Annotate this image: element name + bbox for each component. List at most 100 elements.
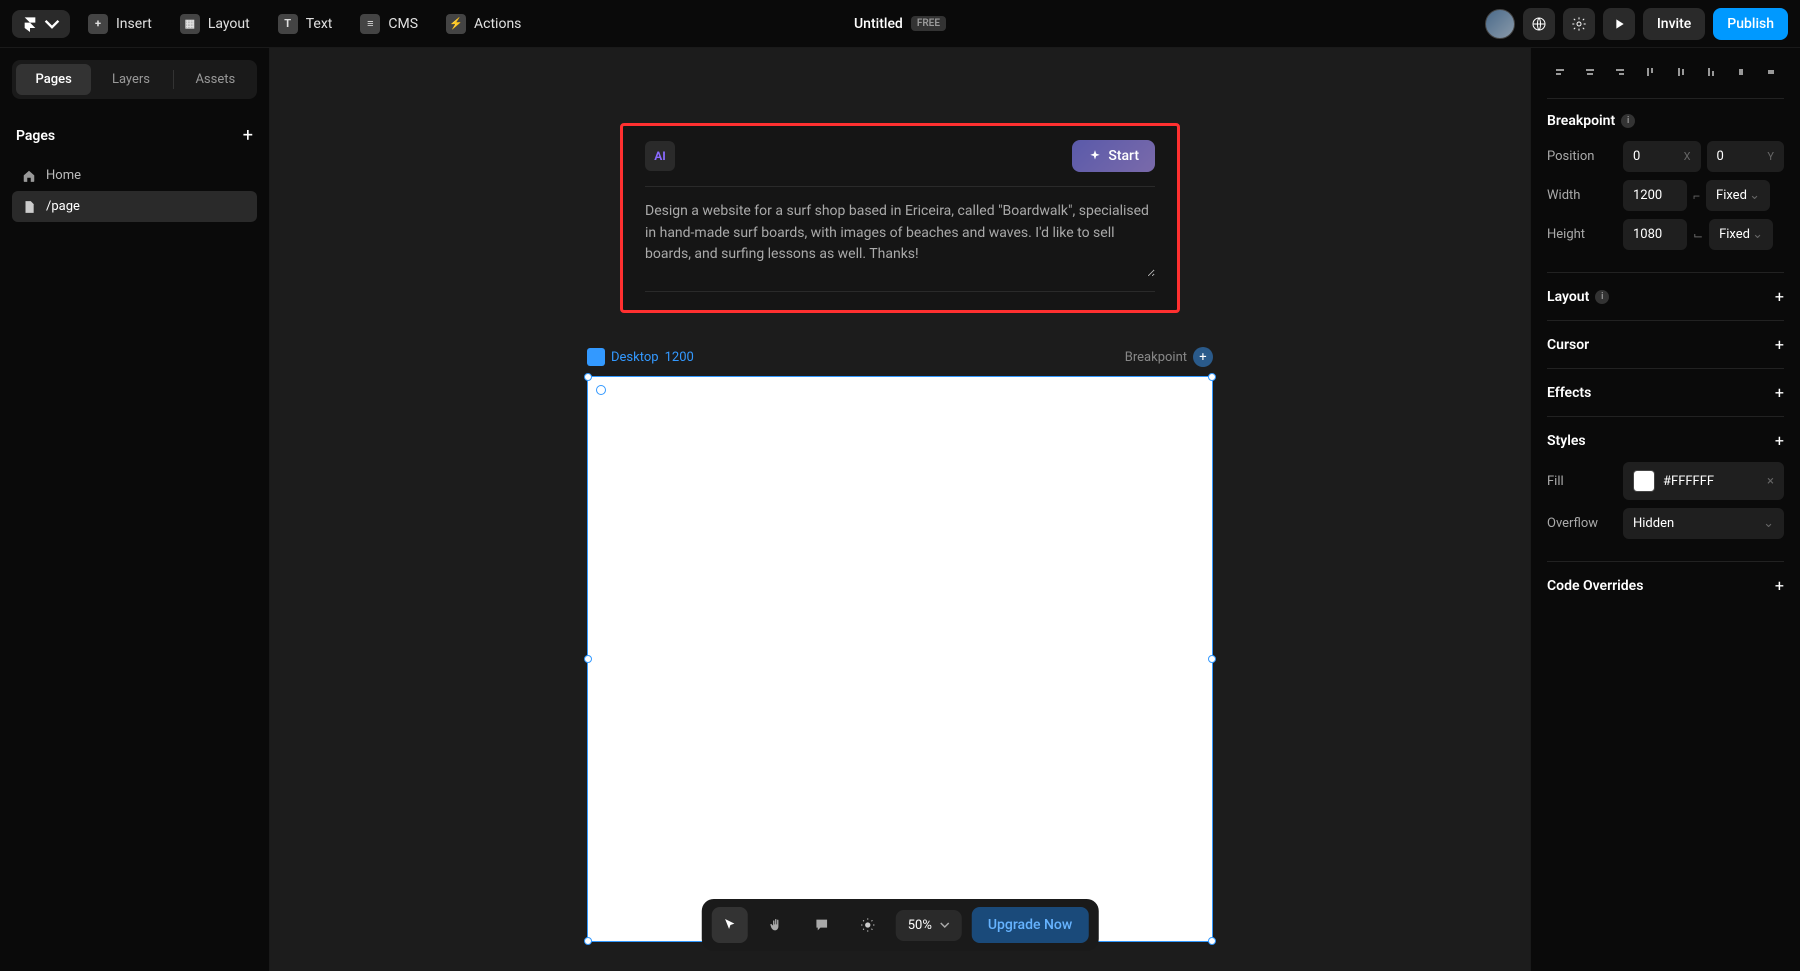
styles-title-row: Styles (1547, 433, 1586, 449)
publish-button[interactable]: Publish (1713, 8, 1788, 40)
globe-icon (1531, 16, 1547, 32)
right-sidebar: Breakpoint i Position 0X 0Y Width 1200 ⌐… (1530, 48, 1800, 971)
page-item-page[interactable]: /page (12, 191, 257, 222)
ai-prompt-panel: AI Start (620, 123, 1180, 313)
add-layout-button[interactable]: + (1775, 287, 1784, 306)
theme-button[interactable] (850, 907, 886, 943)
canvas-area[interactable]: AI Start Desktop 1200 Breakpoint + (270, 48, 1530, 971)
resize-handle-tl[interactable] (584, 373, 592, 381)
globe-button[interactable] (1523, 8, 1555, 40)
resize-handle-mr[interactable] (1208, 655, 1216, 663)
actions-button[interactable]: ⚡ Actions (436, 8, 531, 40)
align-right-button[interactable] (1607, 60, 1633, 84)
height-mode-select[interactable]: Fixed⌄ (1709, 219, 1773, 250)
fill-row: Fill #FFFFFF × (1547, 462, 1784, 500)
insert-label: Insert (116, 16, 152, 32)
info-icon[interactable]: i (1621, 114, 1635, 128)
comment-tool-button[interactable] (804, 907, 840, 943)
link-dimensions-icon[interactable]: ⌙ (1693, 228, 1703, 242)
fill-value: #FFFFFF (1663, 474, 1714, 489)
start-label: Start (1108, 148, 1139, 164)
settings-button[interactable] (1563, 8, 1595, 40)
align-left-button[interactable] (1547, 60, 1573, 84)
remove-fill-button[interactable]: × (1767, 474, 1774, 489)
select-tool-button[interactable] (712, 907, 748, 943)
code-overrides-title-row: Code Overrides (1547, 578, 1643, 594)
left-sidebar: Pages Layers Assets Pages + Home /page (0, 48, 270, 971)
overflow-row: Overflow Hidden ⌄ (1547, 508, 1784, 539)
add-breakpoint-button[interactable]: + (1193, 347, 1213, 367)
effects-title: Effects (1547, 385, 1591, 401)
add-page-button[interactable]: + (243, 125, 253, 146)
add-override-button[interactable]: + (1775, 576, 1784, 595)
page-label: Home (46, 168, 81, 183)
cursor-title: Cursor (1547, 337, 1589, 353)
zoom-control[interactable]: 50% (896, 910, 962, 941)
distribute-h-button[interactable] (1728, 60, 1754, 84)
align-top-button[interactable] (1637, 60, 1663, 84)
resize-handle-bl[interactable] (584, 937, 592, 945)
cms-label: CMS (388, 16, 418, 32)
layout-icon: ▦ (180, 14, 200, 34)
user-avatar[interactable] (1485, 9, 1515, 39)
canvas-frame[interactable] (587, 376, 1213, 942)
position-row: Position 0X 0Y (1547, 141, 1784, 172)
overflow-select[interactable]: Hidden ⌄ (1623, 508, 1784, 539)
layout-button[interactable]: ▦ Layout (170, 8, 260, 40)
height-input[interactable]: 1080 (1623, 219, 1687, 250)
hand-tool-button[interactable] (758, 907, 794, 943)
layout-title: Layout (1547, 289, 1589, 305)
fill-input[interactable]: #FFFFFF × (1623, 462, 1784, 500)
text-icon: T (278, 14, 298, 34)
tab-assets[interactable]: Assets (178, 64, 253, 95)
fill-label: Fill (1547, 474, 1617, 489)
align-bottom-button[interactable] (1698, 60, 1724, 84)
styles-title: Styles (1547, 433, 1586, 449)
ai-prompt-textarea[interactable] (645, 201, 1155, 277)
add-style-button[interactable]: + (1775, 431, 1784, 450)
styles-section: Styles + Fill #FFFFFF × Overflow Hidden (1547, 417, 1784, 562)
width-input[interactable]: 1200 (1623, 180, 1687, 211)
breakpoint-add: Breakpoint + (1125, 347, 1213, 367)
align-center-h-button[interactable] (1577, 60, 1603, 84)
align-center-v-button[interactable] (1668, 60, 1694, 84)
effects-title-row: Effects (1547, 385, 1591, 401)
invite-button[interactable]: Invite (1643, 8, 1705, 40)
resize-handle-tr[interactable] (1208, 373, 1216, 381)
width-label: Width (1547, 188, 1617, 203)
position-y-input[interactable]: 0Y (1707, 141, 1785, 172)
distribute-v-button[interactable] (1758, 60, 1784, 84)
gear-icon (1571, 16, 1587, 32)
code-overrides-title: Code Overrides (1547, 578, 1643, 594)
bottom-dock: 50% Upgrade Now (702, 899, 1099, 951)
tab-layers[interactable]: Layers (93, 64, 168, 95)
fill-swatch[interactable] (1633, 470, 1655, 492)
tab-pages[interactable]: Pages (16, 64, 91, 95)
resize-handle-ml[interactable] (584, 655, 592, 663)
position-x-input[interactable]: 0X (1623, 141, 1701, 172)
add-effect-button[interactable]: + (1775, 383, 1784, 402)
align-bar (1547, 60, 1784, 99)
info-icon[interactable]: i (1595, 290, 1609, 304)
insert-button[interactable]: + Insert (78, 8, 162, 40)
ai-start-button[interactable]: Start (1072, 140, 1155, 172)
code-overrides-section: Code Overrides + (1547, 562, 1784, 609)
width-row: Width 1200 ⌐ Fixed⌄ (1547, 180, 1784, 211)
link-dimensions-icon[interactable]: ⌐ (1693, 189, 1700, 203)
bolt-icon: ⚡ (446, 14, 466, 34)
ai-icon: AI (645, 141, 675, 171)
chevron-down-icon (44, 16, 60, 32)
resize-handle-br[interactable] (1208, 937, 1216, 945)
upgrade-button[interactable]: Upgrade Now (972, 907, 1088, 943)
app-menu-button[interactable] (12, 10, 70, 38)
cms-button[interactable]: ≡ CMS (350, 8, 428, 40)
sun-icon (860, 917, 876, 933)
width-mode-select[interactable]: Fixed⌄ (1706, 180, 1770, 211)
preview-button[interactable] (1603, 8, 1635, 40)
page-item-home[interactable]: Home (12, 160, 257, 191)
pages-title: Pages (16, 128, 55, 144)
document-title[interactable]: Untitled (854, 16, 903, 32)
frame-label[interactable]: Desktop 1200 (587, 348, 694, 366)
add-cursor-button[interactable]: + (1775, 335, 1784, 354)
text-button[interactable]: T Text (268, 8, 343, 40)
